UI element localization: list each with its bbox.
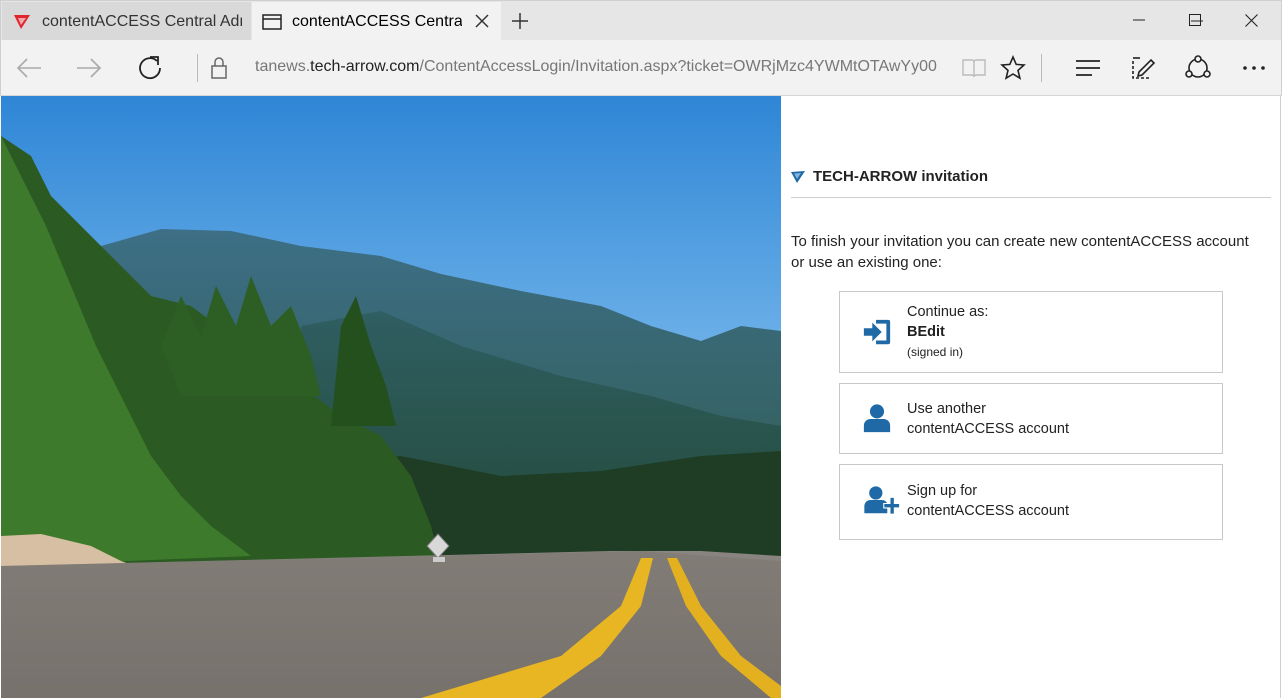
more-icon	[1243, 66, 1265, 70]
web-note-button[interactable]	[1125, 50, 1161, 86]
lock-icon	[201, 50, 237, 86]
hub-button[interactable]	[1070, 50, 1106, 86]
sign-in-icon	[863, 319, 891, 345]
use-another-account-button[interactable]: Use another contentACCESS account	[839, 383, 1223, 454]
hub-icon	[1076, 60, 1100, 76]
user-icon	[863, 404, 891, 433]
background-photo	[1, 96, 781, 698]
continue-as-button[interactable]: Continue as: BEdit (signed in)	[839, 291, 1223, 373]
tab-strip: contentACCESS Central Adn contentACCESS …	[0, 0, 1282, 41]
signed-in-status: (signed in)	[907, 345, 964, 359]
url-prefix: tanews.	[255, 58, 311, 75]
refresh-button[interactable]	[132, 50, 168, 86]
address-field[interactable]: tanews.tech-arrow.com/ContentAccessLogin…	[255, 58, 945, 76]
web-note-icon	[1132, 57, 1156, 79]
new-tab-button[interactable]	[506, 9, 534, 33]
plus-icon	[512, 13, 528, 29]
url-host: tech-arrow.com	[310, 58, 420, 75]
sign-up-text: Sign up for contentACCESS account	[907, 481, 1069, 521]
continue-as-text: Continue as: BEdit (signed in)	[907, 302, 988, 362]
intro-text: To finish your invitation you can create…	[791, 233, 1249, 271]
tech-arrow-logo-icon	[12, 12, 32, 32]
use-another-line2: contentACCESS account	[907, 421, 1070, 437]
close-window-button[interactable]	[1223, 0, 1279, 40]
sign-up-line2: contentACCESS account	[907, 503, 1070, 519]
forward-button[interactable]	[71, 50, 107, 86]
panel-title: TECH-ARROW invitation	[813, 168, 988, 185]
share-button[interactable]	[1180, 50, 1216, 86]
toolbar-separator	[1041, 54, 1042, 82]
favorite-star-icon	[1000, 55, 1026, 80]
signed-in-username: BEdit	[907, 324, 945, 340]
refresh-icon	[139, 56, 161, 80]
continue-as-label: Continue as:	[907, 304, 989, 320]
forward-icon	[77, 58, 102, 78]
sign-up-line1: Sign up for	[907, 483, 978, 499]
close-icon	[1244, 13, 1258, 27]
use-another-text: Use another contentACCESS account	[907, 399, 1069, 439]
page-content: TECH-ARROW invitation To finish your inv…	[0, 96, 1282, 698]
tab-contentaccess-central[interactable]: contentACCESS Central	[252, 2, 501, 41]
close-tab-icon[interactable]	[473, 12, 491, 30]
tab-title: contentACCESS Central Adn	[42, 12, 242, 30]
tab-contentaccess-admin[interactable]: contentACCESS Central Adn	[2, 2, 251, 41]
panel-header: TECH-ARROW invitation	[791, 168, 988, 185]
url-path: /ContentAccessLogin/Invitation.aspx?tick…	[419, 58, 937, 75]
add-user-icon	[864, 486, 901, 515]
maximize-button[interactable]	[1167, 0, 1223, 40]
more-button[interactable]	[1236, 50, 1272, 86]
reading-view-button[interactable]	[956, 50, 992, 86]
sign-up-button[interactable]: Sign up for contentACCESS account	[839, 464, 1223, 540]
header-divider	[791, 197, 1271, 198]
share-icon	[1185, 55, 1211, 78]
page-icon	[262, 12, 282, 32]
address-toolbar: tanews.tech-arrow.com/ContentAccessLogin…	[0, 40, 1282, 96]
back-button[interactable]	[11, 50, 47, 86]
reading-view-icon	[962, 59, 986, 78]
minimize-button[interactable]	[1111, 0, 1167, 40]
minimize-icon	[1133, 19, 1145, 21]
back-icon	[16, 58, 41, 78]
tab-title: contentACCESS Central	[292, 12, 462, 30]
invitation-panel: TECH-ARROW invitation To finish your inv…	[781, 96, 1281, 698]
maximize-icon	[1189, 14, 1201, 26]
toolbar-separator	[197, 54, 198, 82]
tech-arrow-logo-icon	[791, 170, 805, 183]
favorite-button[interactable]	[995, 50, 1031, 86]
use-another-line1: Use another	[907, 401, 986, 417]
